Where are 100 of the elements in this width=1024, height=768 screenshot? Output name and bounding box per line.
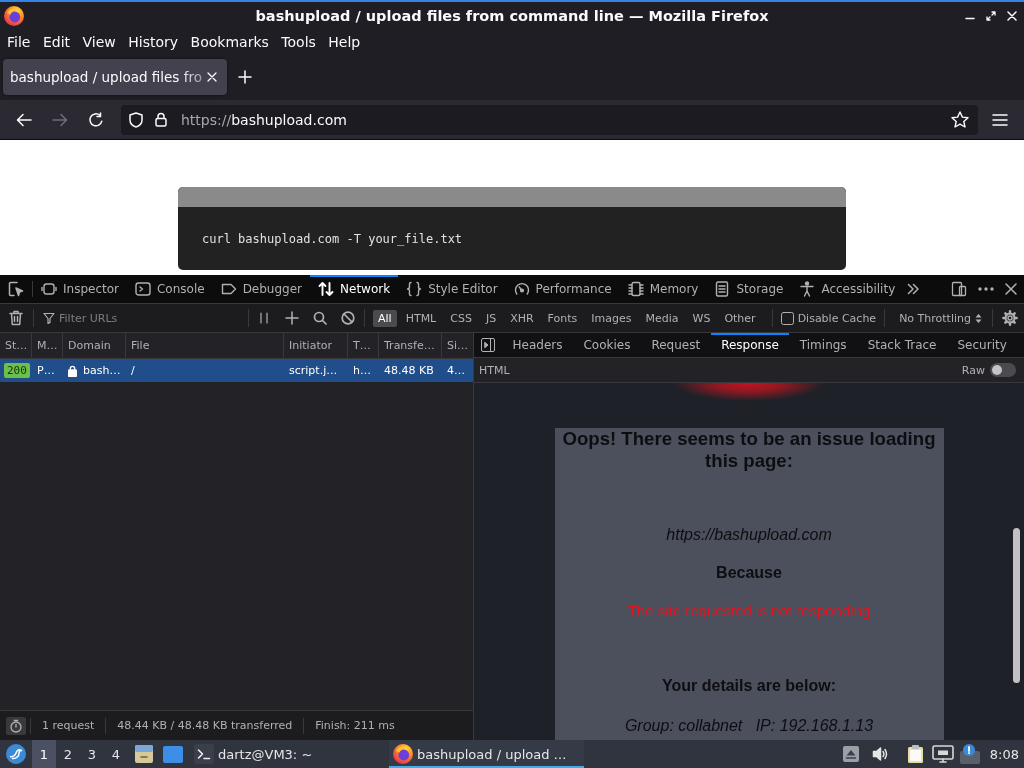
devtools-tab[interactable]: Accessibility	[791, 275, 904, 303]
menu-item[interactable]: View	[82, 33, 116, 50]
reload-icon[interactable]	[88, 111, 104, 128]
devtools-tab[interactable]: Style Editor	[398, 275, 506, 303]
eject-icon[interactable]	[842, 746, 859, 762]
volume-icon[interactable]	[871, 746, 888, 762]
error-heading: Oops! There seems to be an issue loading this page:	[561, 428, 937, 472]
chip-icon	[627, 281, 644, 297]
menu-item[interactable]: History	[128, 33, 179, 50]
disable-cache-checkbox[interactable]: Disable Cache	[780, 311, 877, 325]
browser-tab[interactable]: bashupload / upload files fro	[3, 59, 227, 95]
response-type-label: HTML	[479, 363, 510, 377]
site-url-text: https://bashupload.com	[665, 525, 833, 545]
plus-icon[interactable]	[285, 311, 299, 325]
screen-icon[interactable]	[163, 745, 183, 763]
taskbar-task[interactable]: dartz@VM3: ~	[190, 740, 385, 768]
menu-item[interactable]: File	[7, 33, 31, 50]
funnel-icon	[43, 312, 55, 324]
column-header[interactable]: Transfe…	[379, 333, 442, 358]
column-header[interactable]: St…	[0, 333, 32, 358]
column-header[interactable]: File	[126, 333, 284, 358]
panel-tab[interactable]: Stack Trace	[857, 333, 947, 357]
request-row[interactable]: 200 P… bash… / script.j… h… 48.48 KB 4…	[0, 359, 473, 382]
column-header[interactable]: Si…	[442, 333, 473, 358]
column-header[interactable]: T…	[348, 333, 379, 358]
table-cell: bash…	[83, 364, 121, 377]
workspace-button[interactable]: 3	[80, 740, 104, 768]
document-lines-icon	[714, 281, 731, 297]
stopwatch-icon[interactable]	[6, 716, 26, 735]
shield-icon[interactable]	[129, 111, 143, 128]
element-picker-icon[interactable]	[8, 281, 24, 297]
monitor-icon[interactable]	[931, 745, 954, 763]
gauge-icon	[513, 281, 530, 297]
devtools-tab[interactable]: Console	[127, 275, 213, 303]
menu-item[interactable]: Tools	[281, 33, 316, 50]
devtools-tab[interactable]: Memory	[619, 275, 707, 303]
filter-button[interactable]: XHR	[505, 309, 539, 327]
filter-button[interactable]: Media	[640, 309, 684, 327]
filter-button[interactable]: All	[373, 309, 397, 327]
frame-icon	[41, 281, 57, 297]
toggle-switch[interactable]	[990, 363, 1016, 377]
trash-icon[interactable]	[9, 310, 23, 326]
devtools-tab[interactable]: Performance	[505, 275, 620, 303]
devtools-tab[interactable]: Storage	[706, 275, 792, 303]
details-heading: Your details are below:	[661, 676, 837, 696]
menu-item[interactable]: Edit	[42, 33, 71, 50]
filter-button[interactable]: WS	[687, 309, 716, 327]
workspace-button[interactable]: 1	[32, 740, 56, 768]
panel-tab[interactable]: Cookies	[572, 333, 641, 357]
search-icon[interactable]	[313, 311, 327, 325]
drawer-icon[interactable]	[134, 744, 154, 764]
panel-tab[interactable]: Timings	[789, 333, 858, 357]
panel-tab[interactable]: Request	[640, 333, 711, 357]
table-cell: h…	[353, 364, 371, 377]
panel-tab[interactable]: Response	[710, 333, 790, 357]
menu-icon[interactable]	[992, 113, 1008, 126]
column-header[interactable]: M…	[32, 333, 63, 358]
column-header[interactable]: Domain	[63, 333, 126, 358]
close-icon[interactable]	[1005, 283, 1017, 295]
notification-icon[interactable]	[959, 744, 980, 764]
filter-button[interactable]: CSS	[445, 309, 477, 327]
lock-icon[interactable]	[155, 112, 167, 127]
raw-label: Raw	[961, 363, 985, 377]
workspace-button[interactable]: 2	[56, 740, 80, 768]
menu-item[interactable]: Help	[328, 33, 361, 50]
filter-button[interactable]: HTML	[400, 309, 442, 327]
minimize-icon[interactable]	[965, 17, 975, 20]
back-icon[interactable]	[16, 112, 32, 127]
panel-toggle-icon[interactable]	[481, 338, 495, 352]
url-field[interactable]: https://bashupload.com	[121, 104, 978, 135]
star-icon[interactable]	[951, 111, 969, 128]
prompt-icon	[135, 281, 151, 297]
pause-icon[interactable]	[259, 312, 269, 324]
devtools-tab[interactable]: Network	[310, 275, 399, 303]
workspace-button[interactable]: 4	[104, 740, 128, 768]
throttling-dropdown[interactable]: No Throttling	[899, 311, 982, 325]
maximize-icon[interactable]	[986, 10, 996, 21]
gear-icon[interactable]	[1002, 310, 1018, 326]
taskbar-task[interactable]: bashupload / upload …	[389, 740, 584, 768]
scrollbar-thumb[interactable]	[1013, 528, 1020, 683]
filter-button[interactable]: Other	[719, 309, 761, 327]
devtools-tab[interactable]: Inspector	[33, 275, 127, 303]
menu-item[interactable]: Bookmarks	[190, 33, 269, 50]
person-icon	[799, 281, 816, 297]
filter-button[interactable]: Images	[586, 309, 637, 327]
because-text: Because	[715, 563, 783, 583]
block-icon[interactable]	[341, 311, 355, 325]
column-header[interactable]: Initiator	[284, 333, 348, 358]
filter-field[interactable]: Filter URLs	[59, 309, 248, 327]
panel-tab[interactable]: Headers	[502, 333, 573, 357]
filter-button[interactable]: JS	[480, 309, 502, 327]
filter-button[interactable]: Fonts	[542, 309, 583, 327]
clipboard-icon[interactable]	[906, 744, 925, 764]
table-cell: P…	[37, 364, 55, 377]
devices-icon[interactable]	[951, 281, 967, 297]
start-menu-icon[interactable]	[6, 744, 26, 764]
panel-tab[interactable]: Security	[947, 333, 1018, 357]
double-chevron-icon[interactable]	[907, 283, 920, 295]
devtools-tab[interactable]: Debugger	[212, 275, 311, 303]
more-icon[interactable]	[978, 287, 994, 291]
